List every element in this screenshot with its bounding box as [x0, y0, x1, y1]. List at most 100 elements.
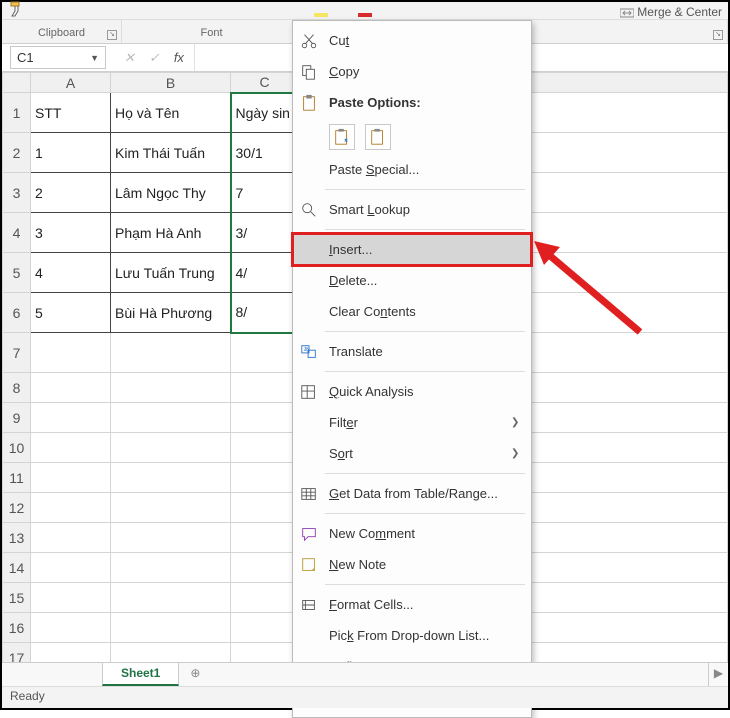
- chevron-right-icon: ❯: [511, 448, 521, 459]
- cell[interactable]: Phạm Hà Anh: [111, 213, 231, 253]
- cell[interactable]: Lưu Tuấn Trung: [111, 253, 231, 293]
- ctx-sort[interactable]: Sort ❯: [293, 438, 531, 469]
- row-header[interactable]: 2: [3, 133, 31, 173]
- ctx-paste-options-title: Paste Options:: [293, 87, 531, 118]
- cancel-icon[interactable]: ✕: [124, 50, 135, 66]
- row-header[interactable]: 10: [3, 433, 31, 463]
- sheet-tabs: Sheet1 ⊕ ▶: [2, 662, 728, 686]
- row-header[interactable]: 7: [3, 333, 31, 373]
- cell[interactable]: 4: [31, 253, 111, 293]
- ctx-get-data[interactable]: Get Data from Table/Range...: [293, 478, 531, 509]
- cell[interactable]: 1: [31, 133, 111, 173]
- status-text: Ready: [10, 689, 45, 703]
- ctx-copy[interactable]: Copy: [293, 56, 531, 87]
- cell[interactable]: 4/: [231, 253, 299, 293]
- cell[interactable]: Họ và Tên: [111, 93, 231, 133]
- context-menu: Cut Copy Paste Options: Paste Special...…: [292, 20, 532, 718]
- ctx-label: Filter: [329, 415, 501, 430]
- cell[interactable]: Lâm Ngọc Thy: [111, 173, 231, 213]
- col-header-C[interactable]: C: [231, 73, 299, 93]
- format-cells-icon: [299, 595, 319, 615]
- ctx-label: Pick From Drop-down List...: [329, 628, 521, 643]
- cell[interactable]: 5: [31, 293, 111, 333]
- cell[interactable]: 3: [31, 213, 111, 253]
- cell[interactable]: 8/: [231, 293, 299, 333]
- row-header[interactable]: 6: [3, 293, 31, 333]
- ctx-clear-contents[interactable]: Clear Contents: [293, 296, 531, 327]
- clipboard-icon: [299, 93, 319, 113]
- add-sheet-button[interactable]: ⊕: [179, 663, 211, 686]
- ctx-label: Sort: [329, 446, 501, 461]
- row-header[interactable]: 9: [3, 403, 31, 433]
- cell[interactable]: STT: [31, 93, 111, 133]
- col-header-B[interactable]: B: [111, 73, 231, 93]
- cell[interactable]: Kim Thái Tuấn: [111, 133, 231, 173]
- ctx-smart-lookup[interactable]: Smart Lookup: [293, 194, 531, 225]
- cell[interactable]: 30/1: [231, 133, 299, 173]
- ctx-quick-analysis[interactable]: Quick Analysis: [293, 376, 531, 407]
- ribbon-icon-strip: Merge & Center: [2, 2, 728, 20]
- row-header[interactable]: 17: [3, 643, 31, 663]
- sheet-tab-active[interactable]: Sheet1: [102, 663, 179, 686]
- cell[interactable]: 3/: [231, 213, 299, 253]
- note-icon: [299, 555, 319, 575]
- table-icon: [299, 484, 319, 504]
- ctx-paste-special[interactable]: Paste Special...: [293, 154, 531, 185]
- format-painter-icon[interactable]: [8, 3, 28, 19]
- ctx-new-comment[interactable]: New Comment: [293, 518, 531, 549]
- font-color-icon[interactable]: [356, 3, 376, 19]
- row-header[interactable]: 8: [3, 373, 31, 403]
- ctx-format-cells[interactable]: Format Cells...: [293, 589, 531, 620]
- row-header[interactable]: 4: [3, 213, 31, 253]
- scissors-icon: [299, 31, 319, 51]
- merge-center-button[interactable]: Merge & Center: [620, 5, 722, 19]
- ctx-label: Paste Options:: [329, 95, 521, 110]
- ctx-translate[interactable]: あ Translate: [293, 336, 531, 367]
- paste-options-row: [293, 118, 531, 154]
- ctx-filter[interactable]: Filter ❯: [293, 407, 531, 438]
- col-header-A[interactable]: A: [31, 73, 111, 93]
- ctx-label: Format Cells...: [329, 597, 521, 612]
- row-header[interactable]: 14: [3, 553, 31, 583]
- cell[interactable]: Ngày sin: [231, 93, 299, 133]
- ctx-cut[interactable]: Cut: [293, 25, 531, 56]
- scroll-right-icon[interactable]: ▶: [708, 663, 728, 686]
- alignment-dialog-launcher[interactable]: ↘: [713, 30, 723, 40]
- ctx-label: Smart Lookup: [329, 202, 521, 217]
- ctx-label: Paste Special...: [329, 162, 521, 177]
- row-header[interactable]: 16: [3, 613, 31, 643]
- font-fill-icon[interactable]: [312, 3, 332, 19]
- clipboard-dialog-launcher[interactable]: ↘: [107, 30, 117, 40]
- comment-icon: [299, 524, 319, 544]
- formula-controls: ✕ ✓ fx: [114, 50, 194, 66]
- ctx-new-note[interactable]: New Note: [293, 549, 531, 580]
- fx-icon[interactable]: fx: [174, 50, 184, 66]
- enter-icon[interactable]: ✓: [149, 50, 160, 66]
- row-header[interactable]: 5: [3, 253, 31, 293]
- ctx-delete[interactable]: Delete...: [293, 265, 531, 296]
- ctx-pick-list[interactable]: Pick From Drop-down List...: [293, 620, 531, 651]
- row-header[interactable]: 12: [3, 493, 31, 523]
- ctx-insert[interactable]: Insert...: [293, 234, 531, 265]
- row-header[interactable]: 13: [3, 523, 31, 553]
- copy-icon: [299, 62, 319, 82]
- group-clipboard: Clipboard ↘: [2, 20, 122, 43]
- paste-values-button[interactable]: [365, 124, 391, 150]
- ctx-label: Clear Contents: [329, 304, 521, 319]
- ctx-label: Translate: [329, 344, 521, 359]
- cell[interactable]: 2: [31, 173, 111, 213]
- row-header[interactable]: 11: [3, 463, 31, 493]
- paste-button[interactable]: [329, 124, 355, 150]
- merge-center-label: Merge & Center: [637, 5, 722, 19]
- row-header[interactable]: 15: [3, 583, 31, 613]
- name-box-dropdown-icon[interactable]: ▼: [90, 53, 99, 63]
- name-box[interactable]: C1 ▼: [10, 46, 106, 69]
- cell[interactable]: Bùi Hà Phương: [111, 293, 231, 333]
- cell[interactable]: 7: [231, 173, 299, 213]
- status-bar: Ready: [2, 686, 728, 708]
- quick-analysis-icon: [299, 382, 319, 402]
- row-header[interactable]: 1: [3, 93, 31, 133]
- chevron-right-icon: ❯: [511, 417, 521, 428]
- select-all[interactable]: [3, 73, 31, 93]
- row-header[interactable]: 3: [3, 173, 31, 213]
